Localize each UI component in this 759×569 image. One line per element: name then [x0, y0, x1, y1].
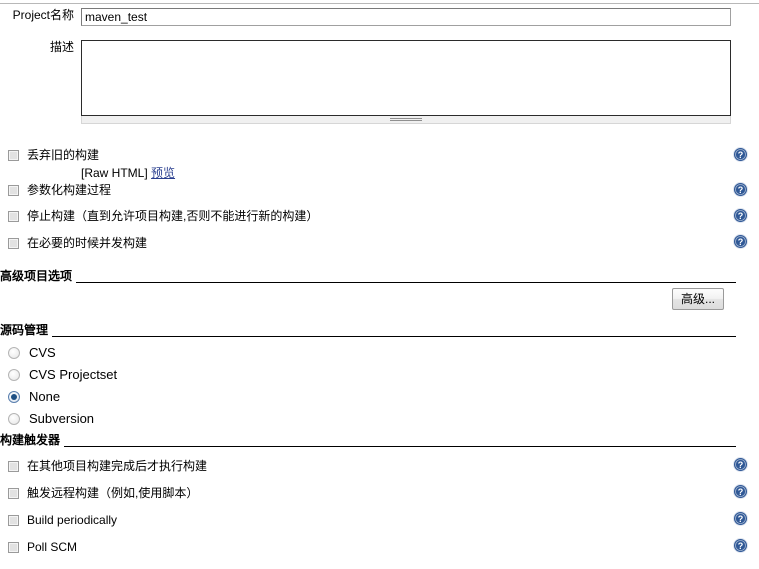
radio-row-cvs[interactable]: CVS	[0, 344, 759, 362]
radio-row-none[interactable]: None	[0, 388, 759, 406]
checkbox-label: 参数化构建过程	[27, 183, 112, 197]
help-icon[interactable]: ?	[733, 182, 748, 197]
svg-text:?: ?	[738, 211, 744, 221]
svg-text:?: ?	[738, 487, 744, 497]
checkbox-row-trigger-remote-build[interactable]: 触发远程构建（例如,使用脚本）	[0, 486, 759, 502]
radio-label: CVS Projectset	[29, 367, 118, 382]
checkbox-row-parameterized-build[interactable]: 参数化构建过程	[0, 183, 759, 199]
checkbox-discard-old-builds[interactable]	[8, 150, 19, 161]
section-title: 构建触发器	[0, 433, 65, 447]
help-icon[interactable]: ?	[733, 234, 748, 249]
svg-text:?: ?	[738, 150, 744, 160]
raw-html-label: [Raw HTML]	[81, 166, 148, 180]
description-format-line: [Raw HTML] 预览	[81, 164, 175, 181]
radio-cvs-projectset[interactable]	[8, 369, 20, 381]
radio-label: CVS	[29, 345, 56, 360]
help-icon[interactable]: ?	[733, 484, 748, 499]
section-divider	[0, 282, 736, 283]
radio-subversion[interactable]	[8, 413, 20, 425]
section-divider	[0, 446, 736, 447]
checkbox-label: 在必要的时候并发构建	[27, 236, 148, 250]
radio-none[interactable]	[8, 391, 20, 403]
preview-link[interactable]: 预览	[151, 166, 175, 180]
svg-text:?: ?	[738, 460, 744, 470]
checkbox-row-disable-build[interactable]: 停止构建（直到允许项目构建,否则不能进行新的构建）	[0, 209, 759, 225]
description-textarea[interactable]	[81, 40, 731, 116]
checkbox-trigger-remote-build[interactable]	[8, 488, 19, 499]
description-label: 描述	[49, 40, 74, 54]
radio-label: Subversion	[29, 411, 95, 426]
project-name-input[interactable]	[81, 8, 731, 26]
resize-grip-handle[interactable]	[390, 118, 422, 122]
radio-cvs[interactable]	[8, 347, 20, 359]
checkbox-concurrent-build[interactable]	[8, 238, 19, 249]
checkbox-label: Poll SCM	[27, 540, 78, 554]
project-name-label: Project名称	[12, 8, 74, 22]
radio-label: None	[29, 389, 61, 404]
checkbox-row-concurrent-build[interactable]: 在必要的时候并发构建	[0, 236, 759, 252]
checkbox-disable-build[interactable]	[8, 211, 19, 222]
checkbox-parameterized-build[interactable]	[8, 185, 19, 196]
checkbox-label: 丢弃旧的构建	[27, 148, 100, 162]
svg-text:?: ?	[738, 237, 744, 247]
checkbox-row-poll-scm[interactable]: Poll SCM	[0, 540, 759, 556]
checkbox-row-build-periodically[interactable]: Build periodically	[0, 513, 759, 529]
section-title: 高级项目选项	[0, 269, 77, 283]
checkbox-label: 在其他项目构建完成后才执行构建	[27, 459, 208, 473]
help-icon[interactable]: ?	[733, 457, 748, 472]
svg-text:?: ?	[738, 185, 744, 195]
checkbox-label: 触发远程构建（例如,使用脚本）	[27, 486, 199, 500]
help-icon[interactable]: ?	[733, 538, 748, 553]
checkbox-label: 停止构建（直到允许项目构建,否则不能进行新的构建）	[27, 209, 319, 223]
radio-row-cvs-projectset[interactable]: CVS Projectset	[0, 366, 759, 384]
checkbox-label: Build periodically	[27, 513, 118, 527]
checkbox-row-discard-old-builds[interactable]: 丢弃旧的构建	[0, 148, 759, 164]
section-build-triggers: 构建触发器	[0, 433, 759, 449]
help-icon[interactable]: ?	[733, 147, 748, 162]
checkbox-poll-scm[interactable]	[8, 542, 19, 553]
project-name-row: Project名称	[0, 8, 759, 30]
checkbox-build-after-other-projects[interactable]	[8, 461, 19, 472]
svg-text:?: ?	[738, 541, 744, 551]
advanced-button[interactable]: 高级...	[672, 288, 725, 310]
help-icon[interactable]: ?	[733, 208, 748, 223]
checkbox-row-build-after-other-projects[interactable]: 在其他项目构建完成后才执行构建	[0, 459, 759, 475]
help-icon[interactable]: ?	[733, 511, 748, 526]
section-divider	[0, 336, 736, 337]
svg-text:?: ?	[738, 514, 744, 524]
checkbox-build-periodically[interactable]	[8, 515, 19, 526]
section-source-code-management: 源码管理	[0, 323, 759, 339]
radio-row-subversion[interactable]: Subversion	[0, 410, 759, 428]
description-resize-strip[interactable]	[81, 116, 731, 124]
section-title: 源码管理	[0, 323, 53, 337]
page-top-divider	[0, 3, 759, 4]
section-advanced-project-options: 高级项目选项	[0, 269, 759, 285]
